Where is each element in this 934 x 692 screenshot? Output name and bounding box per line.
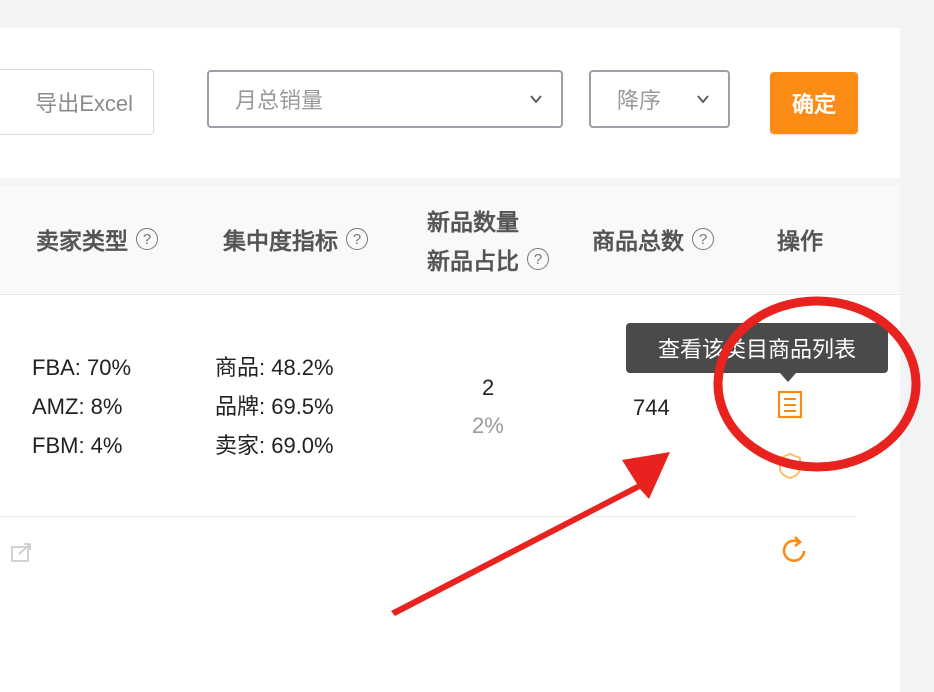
header-total-products: 商品总数 ? [592, 222, 714, 256]
share-icon[interactable] [10, 540, 34, 564]
refresh-icon[interactable] [779, 534, 811, 566]
favorite-icon[interactable] [776, 452, 804, 480]
total-products-value: 744 [633, 395, 670, 420]
sort-field-select[interactable]: 月总销量 [207, 70, 563, 128]
concentration-brand: 品牌: 69.5% [215, 394, 334, 419]
tooltip-text: 查看该类目商品列表 [657, 337, 856, 362]
help-icon[interactable]: ? [527, 248, 549, 270]
row-divider [0, 516, 856, 517]
concentration-product: 商品: 48.2% [215, 355, 334, 380]
header-new-count: 新品数量 [427, 203, 519, 237]
tooltip-arrow [780, 373, 796, 382]
new-ratio-value: 2% [472, 413, 504, 438]
seller-type-fbm: FBM: 4% [32, 433, 123, 458]
header-label: 新品数量 [427, 209, 519, 235]
tooltip: 查看该类目商品列表 [626, 323, 888, 373]
help-icon[interactable]: ? [136, 228, 158, 250]
chevron-down-icon [530, 95, 542, 104]
help-icon[interactable]: ? [346, 228, 368, 250]
export-excel-button[interactable]: 导出Excel [0, 69, 154, 135]
seller-type-fba: FBA: 70% [32, 355, 132, 380]
header-concentration: 集中度指标 ? [223, 222, 368, 256]
section-gap [0, 178, 900, 186]
concentration-seller: 卖家: 69.0% [215, 433, 334, 458]
sort-order-value: 降序 [617, 88, 662, 113]
sort-field-value: 月总销量 [235, 88, 324, 113]
seller-type-amz: AMZ: 8% [32, 394, 123, 419]
header-new-ratio: 新品占比 ? [427, 242, 549, 276]
sort-order-select[interactable]: 降序 [589, 70, 730, 128]
header-actions: 操作 [777, 222, 823, 256]
chevron-down-icon [697, 95, 709, 104]
help-icon[interactable]: ? [692, 228, 714, 250]
concentration-cell: 商品: 48.2% 品牌: 69.5% 卖家: 69.0% [215, 348, 334, 465]
header-label: 卖家类型 [36, 228, 128, 254]
new-count-value: 2 [482, 375, 495, 400]
confirm-button[interactable]: 确定 [770, 72, 858, 134]
header-label: 新品占比 [427, 248, 519, 274]
header-seller-type: 卖家类型 ? [36, 222, 158, 256]
list-icon[interactable] [776, 390, 804, 420]
header-label: 集中度指标 [223, 228, 338, 254]
header-label: 商品总数 [592, 228, 684, 254]
header-label: 操作 [777, 228, 823, 254]
seller-type-cell: FBA: 70% AMZ: 8% FBM: 4% [32, 348, 131, 465]
